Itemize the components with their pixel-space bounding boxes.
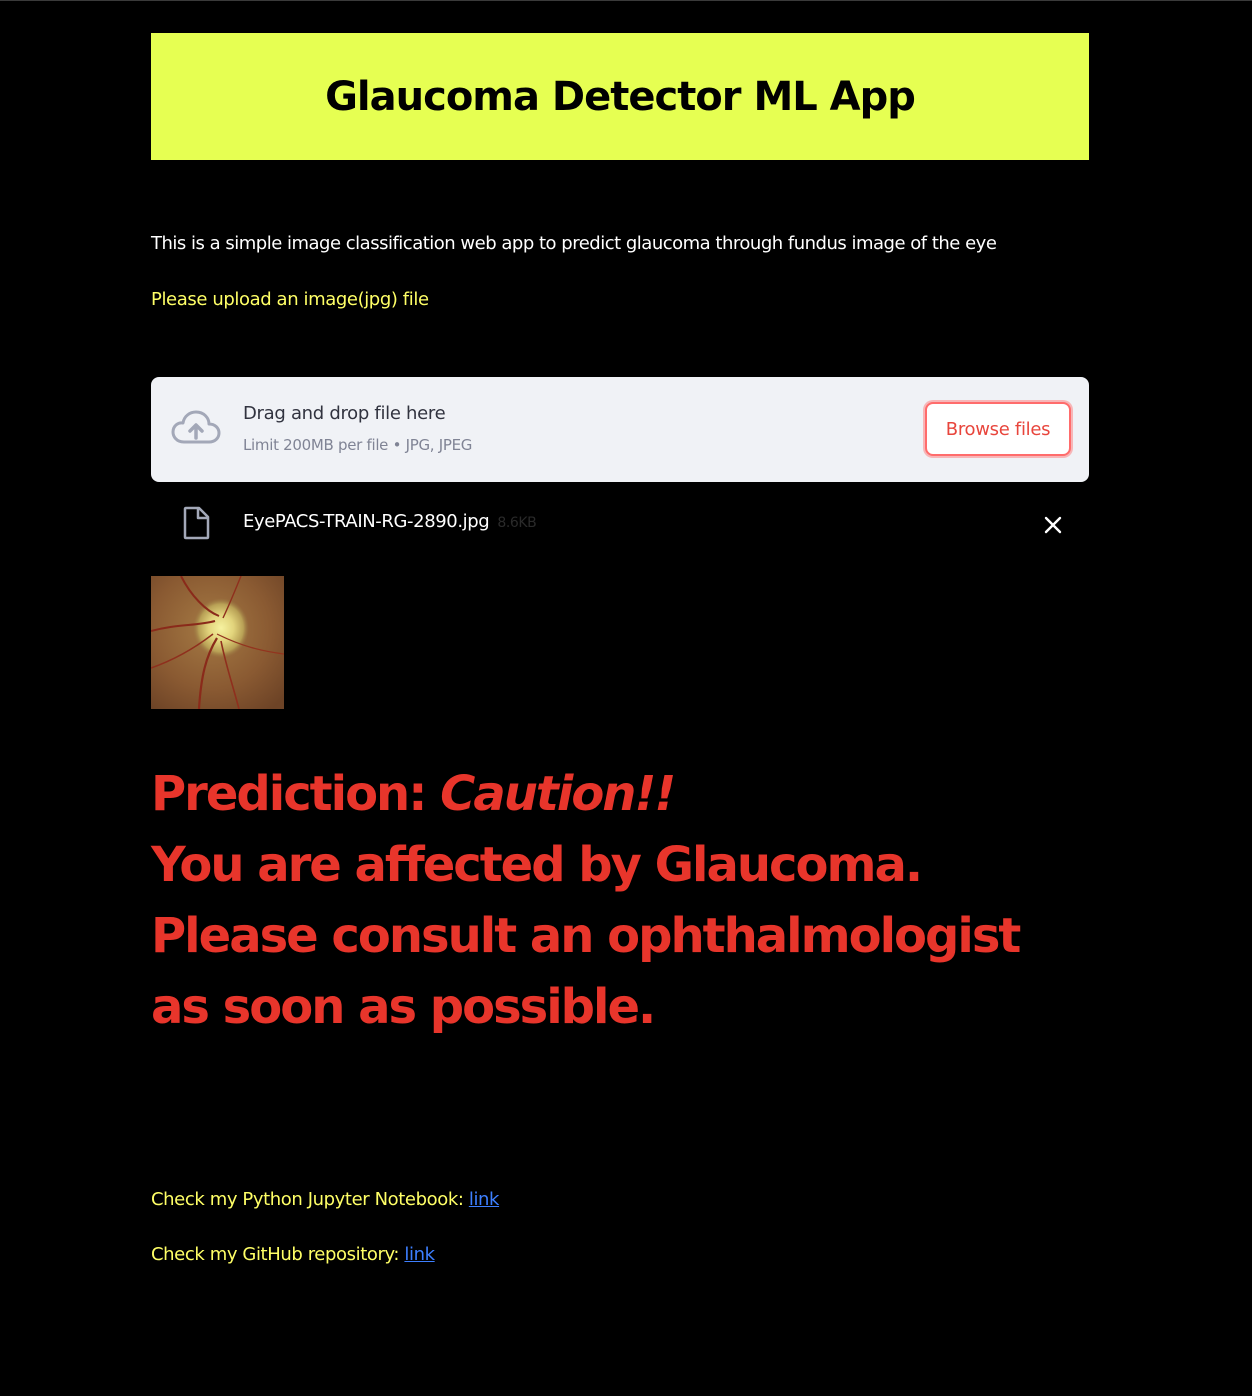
close-icon[interactable]	[1041, 513, 1065, 537]
upload-prompt: Please upload an image(jpg) file	[151, 289, 429, 310]
prediction-prefix: Prediction:	[151, 766, 441, 822]
file-name: EyePACS-TRAIN-RG-2890.jpg 8.6KB	[243, 511, 537, 532]
intro-text: This is a simple image classification we…	[151, 233, 997, 254]
notebook-label: Check my Python Jupyter Notebook:	[151, 1189, 469, 1210]
prediction-diagnosis: You are affected by Glaucoma.	[151, 837, 923, 893]
prediction-advice: Please consult an ophthalmologist as soo…	[151, 908, 1021, 1035]
github-link[interactable]: link	[404, 1244, 435, 1265]
file-name-text: EyePACS-TRAIN-RG-2890.jpg	[243, 511, 490, 532]
prediction-status: Caution!!	[440, 766, 676, 822]
github-label: Check my GitHub repository:	[151, 1244, 405, 1265]
dropzone-text: Drag and drop file here Limit 200MB per …	[243, 403, 472, 454]
file-dropzone[interactable]: Drag and drop file here Limit 200MB per …	[151, 377, 1089, 482]
github-line: Check my GitHub repository: link	[151, 1244, 435, 1265]
browse-files-button[interactable]: Browse files	[925, 402, 1071, 456]
notebook-line: Check my Python Jupyter Notebook: link	[151, 1189, 499, 1210]
header-banner: Glaucoma Detector ML App	[151, 33, 1089, 160]
notebook-link[interactable]: link	[469, 1189, 500, 1210]
fundus-image	[151, 576, 284, 709]
main-container: Glaucoma Detector ML App This is a simpl…	[151, 33, 1089, 1265]
prediction-result: Prediction: Caution!! You are affected b…	[151, 759, 1091, 1043]
page-title: Glaucoma Detector ML App	[325, 73, 916, 120]
file-size: 8.6KB	[497, 515, 537, 531]
file-icon	[183, 506, 210, 540]
dropzone-limit: Limit 200MB per file • JPG, JPEG	[243, 436, 473, 454]
window-top-border	[0, 0, 1252, 1]
uploaded-file-row: EyePACS-TRAIN-RG-2890.jpg 8.6KB	[151, 503, 1089, 543]
dropzone-title: Drag and drop file here	[243, 403, 446, 424]
cloud-upload-icon	[171, 410, 221, 444]
